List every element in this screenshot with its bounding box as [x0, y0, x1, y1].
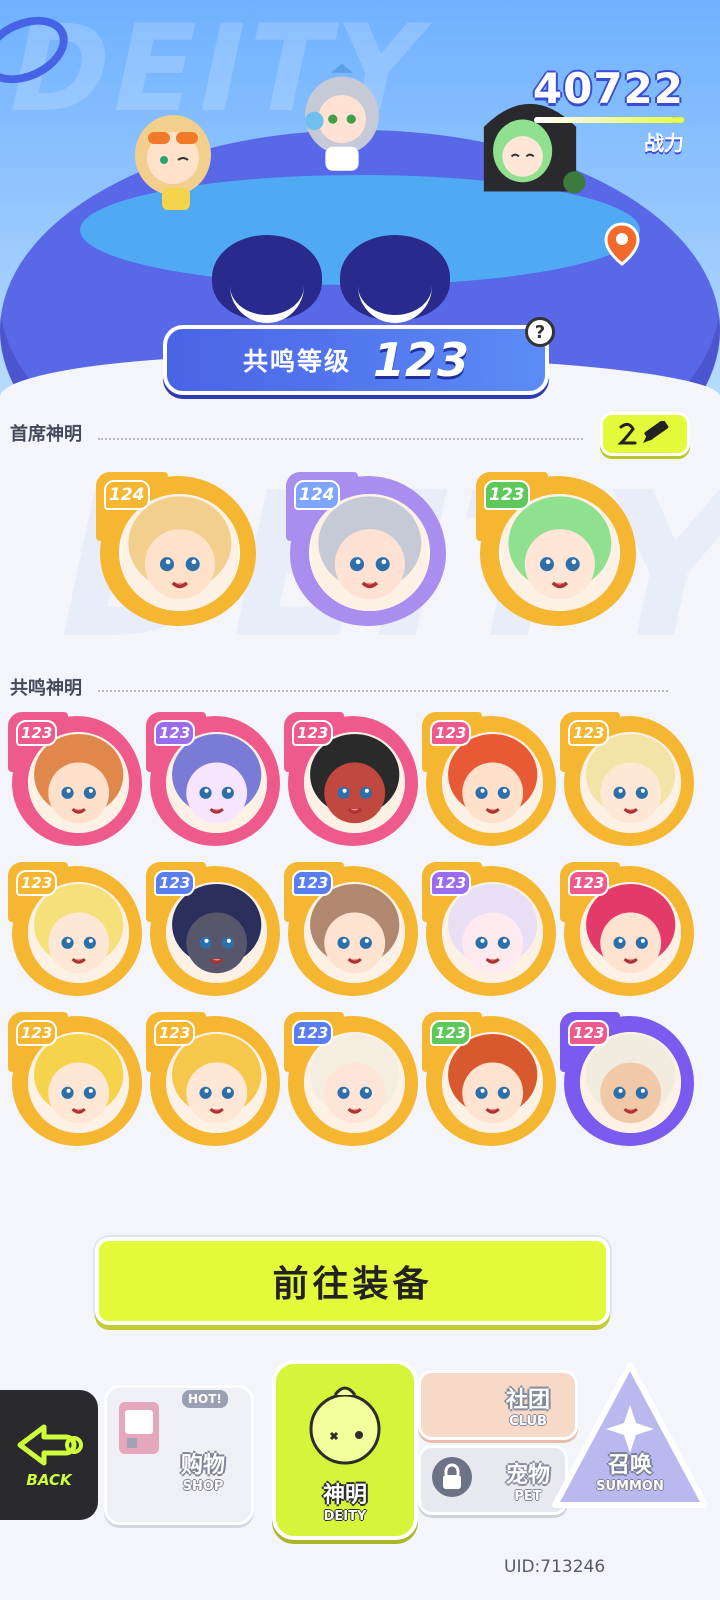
nav-deity-sublabel: DEITY: [323, 1508, 367, 1524]
combat-power: 40722 战力: [533, 64, 684, 156]
deity-level-badge: 123: [484, 480, 530, 510]
resonance-level-value: 123: [372, 333, 470, 387]
combat-power-value: 40722: [532, 64, 684, 113]
nav-summon-label: 召唤: [607, 1453, 652, 1478]
combat-power-bar: [534, 117, 684, 123]
deity-level-badge: 123: [292, 870, 334, 896]
back-arrow-icon: [17, 1424, 83, 1466]
chief-section-divider: [98, 438, 583, 440]
deity-level-badge: 124: [294, 480, 340, 510]
resonance-deity-slot-9[interactable]: 123: [422, 862, 556, 996]
deity-level-badge: 123: [568, 1020, 610, 1046]
deity-portrait: [165, 731, 267, 833]
resonance-section-divider: [98, 690, 668, 692]
deity-level-badge: 123: [568, 870, 610, 896]
shop-hot-tag: HOT!: [182, 1390, 228, 1408]
deity-level-badge: 123: [568, 720, 610, 746]
edit-pencil-icon: [617, 421, 669, 445]
deity-portrait: [441, 881, 543, 983]
deity-level-badge: 123: [430, 870, 472, 896]
resonance-deity-slot-6[interactable]: 123: [8, 862, 142, 996]
help-button[interactable]: ?: [525, 317, 555, 347]
resonance-deity-slot-1[interactable]: 123: [8, 712, 142, 846]
nav-deity-label: 神明: [322, 1482, 367, 1508]
deity-level-badge: 124: [104, 480, 150, 510]
chief-deity-slot-3[interactable]: 123: [476, 472, 636, 626]
resonance-deity-slot-14[interactable]: 123: [422, 1012, 556, 1146]
deity-portrait: [27, 731, 129, 833]
deity-level-badge: 123: [16, 1020, 58, 1046]
deity-portrait: [27, 1031, 129, 1133]
nav-club-label: 社团: [505, 1387, 550, 1413]
deity-portrait: [118, 494, 241, 611]
resonance-deity-slot-5[interactable]: 123: [560, 712, 694, 846]
chief-deity-chibi-2[interactable]: [282, 60, 402, 180]
deity-level-badge: 123: [154, 870, 196, 896]
resonance-level-banner: 共鸣等级 123 ?: [163, 317, 555, 395]
back-label: BACK: [26, 1471, 72, 1489]
bottom-navigation: BACK 购物 SHOP HOT! 神明 DEITY 社团 CLUB 宠物 PE…: [0, 1340, 720, 1600]
planet-eye-left: [212, 235, 322, 323]
deity-portrait: [308, 494, 431, 611]
resonance-deity-slot-15[interactable]: 123: [560, 1012, 694, 1146]
nav-club-sublabel: CLUB: [509, 1413, 547, 1429]
resonance-deity-slot-13[interactable]: 123: [284, 1012, 418, 1146]
nav-pet-sublabel: PET: [514, 1488, 542, 1504]
combat-power-label: 战力: [644, 131, 684, 155]
resonance-deity-slot-8[interactable]: 123: [284, 862, 418, 996]
deity-level-badge: 123: [154, 1020, 196, 1046]
resonance-deity-slot-7[interactable]: 123: [146, 862, 280, 996]
nav-summon[interactable]: 召唤 SUMMON: [545, 1355, 715, 1525]
deity-portrait: [441, 731, 543, 833]
resonance-deity-slot-3[interactable]: 123: [284, 712, 418, 846]
deity-portrait: [27, 881, 129, 983]
resonance-deity-slot-11[interactable]: 123: [8, 1012, 142, 1146]
edit-team-button[interactable]: [600, 412, 690, 456]
location-pin-icon: [604, 222, 640, 266]
deity-portrait: [579, 1031, 681, 1133]
deity-level-badge: 123: [292, 720, 334, 746]
deity-level-badge: 123: [154, 720, 196, 746]
lock-icon: [432, 1457, 472, 1497]
deity-portrait: [303, 881, 405, 983]
resonance-deity-slot-10[interactable]: 123: [560, 862, 694, 996]
deity-portrait: [498, 494, 621, 611]
deity-portrait: [303, 731, 405, 833]
summon-triangle-icon: [552, 1362, 708, 1508]
resonance-deity-slot-2[interactable]: 123: [146, 712, 280, 846]
planet-eye-right: [340, 235, 450, 323]
deity-level-badge: 123: [292, 1020, 334, 1046]
chief-deity-slot-2[interactable]: 124: [286, 472, 446, 626]
chief-deities-title: 首席神明: [10, 424, 82, 445]
go-to-equipment-button[interactable]: 前往装备: [95, 1237, 610, 1325]
deity-portrait: [165, 1031, 267, 1133]
chief-deity-chibi-1[interactable]: [118, 100, 228, 220]
deity-portrait: [579, 881, 681, 983]
nav-summon-sublabel: SUMMON: [596, 1479, 664, 1494]
nav-shop[interactable]: 购物 SHOP: [104, 1385, 254, 1525]
nav-deity[interactable]: 神明 DEITY: [272, 1360, 418, 1540]
vending-machine-icon: [119, 1402, 159, 1454]
deity-level-badge: 123: [430, 720, 472, 746]
deity-character-icon: [309, 1386, 381, 1464]
deity-portrait: [165, 881, 267, 983]
chief-deity-slot-1[interactable]: 124: [96, 472, 256, 626]
nav-shop-sublabel: SHOP: [182, 1478, 224, 1494]
deity-level-badge: 123: [430, 1020, 472, 1046]
deity-portrait: [441, 1031, 543, 1133]
resonance-deity-slot-12[interactable]: 123: [146, 1012, 280, 1146]
deity-portrait: [579, 731, 681, 833]
nav-pet-label: 宠物: [505, 1462, 550, 1488]
deity-portrait: [303, 1031, 405, 1133]
resonance-deities-title: 共鸣神明: [10, 678, 82, 699]
deity-level-badge: 123: [16, 870, 58, 896]
deity-level-badge: 123: [16, 720, 58, 746]
resonance-deity-slot-4[interactable]: 123: [422, 712, 556, 846]
nav-shop-label: 购物: [180, 1452, 225, 1478]
user-id: UID:713246: [504, 1557, 606, 1577]
resonance-level-label: 共鸣等级: [242, 347, 351, 376]
back-button[interactable]: BACK: [0, 1390, 98, 1520]
